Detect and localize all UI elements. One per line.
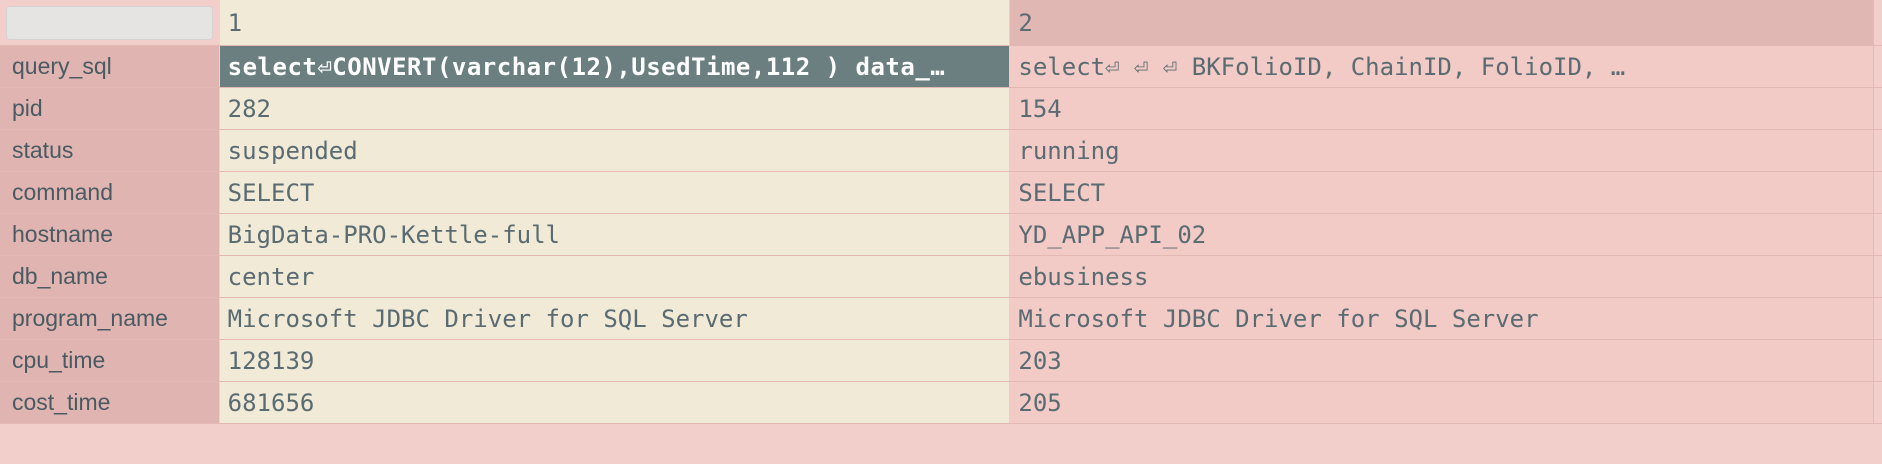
- cell-status-1[interactable]: suspended: [219, 130, 1011, 171]
- row-header-pid[interactable]: pid: [0, 88, 220, 129]
- row-header-hostname[interactable]: hostname: [0, 214, 220, 255]
- row-header-query-sql[interactable]: query_sql: [0, 46, 220, 87]
- table-row: query_sql select⏎CONVERT(varchar(12),Use…: [0, 46, 1882, 88]
- row-header-cost-time[interactable]: cost_time: [0, 382, 220, 423]
- row-end: [1874, 172, 1882, 213]
- cell-cost-time-1[interactable]: 681656: [219, 382, 1011, 423]
- row-end: [1874, 88, 1882, 129]
- cell-cpu-time-2[interactable]: 203: [1010, 340, 1874, 381]
- row-header-command[interactable]: command: [0, 172, 220, 213]
- cell-hostname-2[interactable]: YD_APP_API_02: [1010, 214, 1874, 255]
- cell-text: select⏎CONVERT(varchar(12),UsedTime,112 …: [227, 52, 946, 81]
- table-row: command SELECT SELECT: [0, 172, 1882, 214]
- cell-program-name-1[interactable]: Microsoft JDBC Driver for SQL Server: [219, 298, 1011, 339]
- column-header-1[interactable]: 1: [219, 0, 1011, 45]
- column-header-row: 1 2: [0, 0, 1882, 46]
- table-row: hostname BigData-PRO-Kettle-full YD_APP_…: [0, 214, 1882, 256]
- cell-status-2[interactable]: running: [1010, 130, 1874, 171]
- row-end: [1874, 0, 1882, 45]
- cell-db-name-1[interactable]: center: [219, 256, 1011, 297]
- row-end: [1874, 256, 1882, 297]
- cell-command-2[interactable]: SELECT: [1010, 172, 1874, 213]
- cell-cost-time-2[interactable]: 205: [1010, 382, 1874, 423]
- row-end: [1874, 214, 1882, 255]
- cell-command-1[interactable]: SELECT: [219, 172, 1011, 213]
- row-header-db-name[interactable]: db_name: [0, 256, 220, 297]
- cell-program-name-2[interactable]: Microsoft JDBC Driver for SQL Server: [1010, 298, 1874, 339]
- table-row: program_name Microsoft JDBC Driver for S…: [0, 298, 1882, 340]
- table-row: db_name center ebusiness: [0, 256, 1882, 298]
- table-row: status suspended running: [0, 130, 1882, 172]
- table-row: pid 282 154: [0, 88, 1882, 130]
- cell-pid-2[interactable]: 154: [1010, 88, 1874, 129]
- corner-box[interactable]: [6, 5, 213, 40]
- row-header-program-name[interactable]: program_name: [0, 298, 220, 339]
- cell-db-name-2[interactable]: ebusiness: [1010, 256, 1874, 297]
- result-grid: 1 2 query_sql select⏎CONVERT(varchar(12)…: [0, 0, 1882, 424]
- table-row: cpu_time 128139 203: [0, 340, 1882, 382]
- row-end: [1874, 130, 1882, 171]
- row-header-cpu-time[interactable]: cpu_time: [0, 340, 220, 381]
- row-header-status[interactable]: status: [0, 130, 220, 171]
- table-row: cost_time 681656 205: [0, 382, 1882, 424]
- cell-query-sql-1[interactable]: select⏎CONVERT(varchar(12),UsedTime,112 …: [219, 46, 1011, 87]
- corner-cell: [0, 0, 220, 45]
- cell-query-sql-2[interactable]: select⏎ ⏎ ⏎ BKFolioID, ChainID, FolioID,…: [1010, 46, 1874, 87]
- cell-pid-1[interactable]: 282: [219, 88, 1011, 129]
- row-end: [1874, 46, 1882, 87]
- row-end: [1874, 340, 1882, 381]
- cell-hostname-1[interactable]: BigData-PRO-Kettle-full: [219, 214, 1011, 255]
- column-header-2[interactable]: 2: [1010, 0, 1874, 45]
- row-end: [1874, 382, 1882, 423]
- cell-cpu-time-1[interactable]: 128139: [219, 340, 1011, 381]
- row-end: [1874, 298, 1882, 339]
- cell-text: select⏎ ⏎ ⏎ BKFolioID, ChainID, FolioID,…: [1018, 52, 1626, 81]
